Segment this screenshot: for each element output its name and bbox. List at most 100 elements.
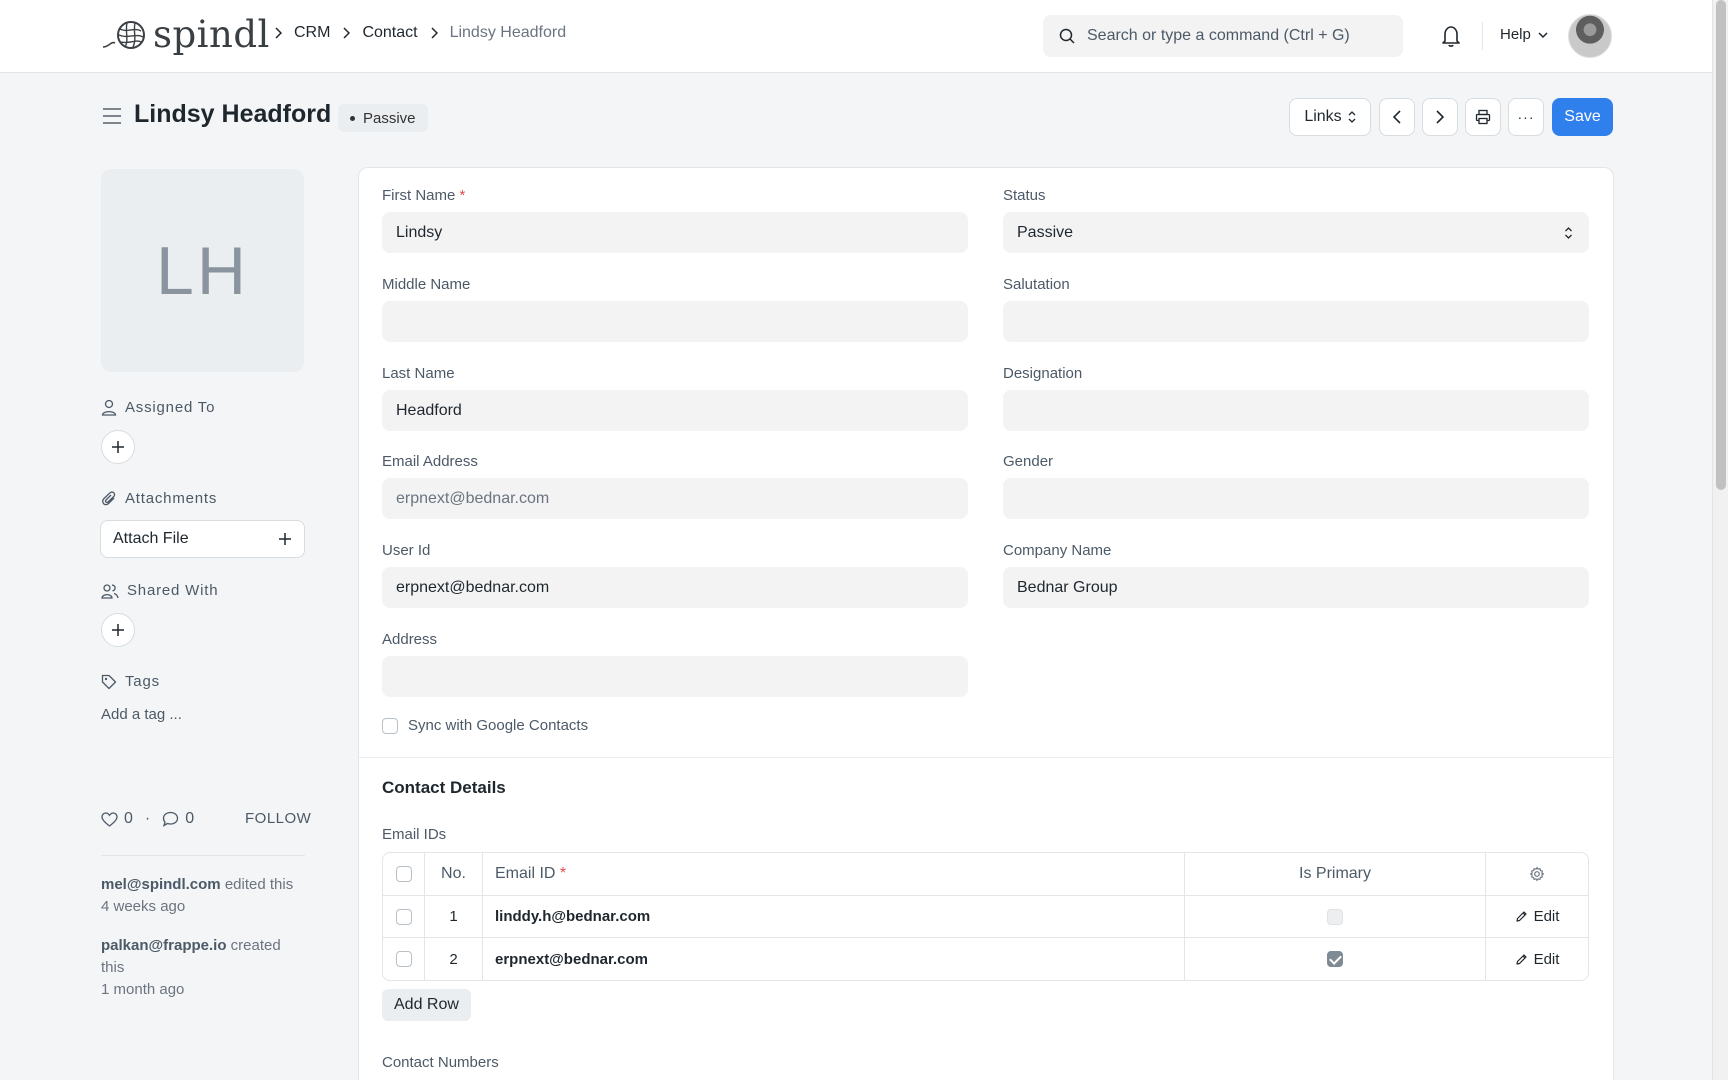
brand-logo[interactable]: spindl — [101, 13, 270, 56]
designation-field[interactable] — [1003, 390, 1589, 431]
salutation-field[interactable] — [1003, 301, 1589, 342]
activity-action: edited this — [220, 876, 294, 893]
search-input[interactable] — [1087, 27, 1387, 45]
edit-label: Edit — [1533, 950, 1560, 968]
page-scrollbar[interactable] — [1712, 0, 1728, 1080]
sync-google-label: Sync with Google Contacts — [408, 717, 589, 734]
is-primary-checkbox[interactable] — [1327, 951, 1343, 967]
save-label: Save — [1564, 108, 1601, 125]
scrollbar-thumb[interactable] — [1716, 0, 1726, 490]
add-assignee-button[interactable] — [101, 430, 135, 464]
salutation-label: Salutation — [1003, 276, 1070, 293]
follow-button[interactable]: FOLLOW — [245, 810, 311, 827]
breadcrumb: CRM Contact Lindsy Headford — [262, 24, 566, 42]
activity-time: 1 month ago — [101, 981, 185, 998]
breadcrumb-crm[interactable]: CRM — [294, 24, 330, 42]
activity-item: mel@spindl.com edited this 4 weeks ago — [101, 874, 311, 918]
next-record-button[interactable] — [1422, 98, 1458, 136]
row-number: 2 — [425, 938, 483, 980]
user-id-field[interactable]: erpnext@bednar.com — [382, 567, 968, 608]
search-bar[interactable] — [1043, 15, 1403, 57]
status-badge: Passive — [338, 104, 428, 132]
user-id-label: User Id — [382, 542, 431, 559]
more-actions-button[interactable]: ··· — [1508, 98, 1544, 136]
select-all-checkbox[interactable] — [395, 866, 412, 882]
notification-bell-icon[interactable] — [1440, 24, 1462, 52]
sync-google-contacts[interactable]: Sync with Google Contacts — [382, 717, 588, 734]
previous-record-button[interactable] — [1379, 98, 1415, 136]
required-indicator: * — [459, 187, 466, 204]
like-count: 0 — [124, 810, 133, 827]
attach-file-button[interactable]: Attach File — [100, 520, 305, 558]
shared-with-section: Shared With — [101, 582, 218, 599]
yarn-ball-icon — [102, 21, 145, 49]
edit-row-button[interactable]: Edit — [1486, 938, 1588, 980]
user-avatar[interactable] — [1568, 14, 1612, 58]
sidebar-divider — [101, 855, 305, 856]
first-name-label-text: First Name — [382, 187, 456, 204]
help-dropdown[interactable]: Help — [1500, 26, 1549, 43]
social-counts: 0 · 0 — [101, 810, 194, 828]
table-row[interactable]: 1 linddy.h@bednar.com Edit — [383, 896, 1588, 938]
print-button[interactable] — [1465, 98, 1501, 136]
links-button[interactable]: Links — [1289, 98, 1371, 136]
contact-details-heading: Contact Details — [382, 778, 506, 797]
address-field[interactable] — [382, 656, 968, 697]
sync-google-checkbox[interactable] — [382, 717, 398, 734]
links-label: Links — [1304, 108, 1342, 125]
first-name-field[interactable]: Lindsy — [382, 212, 968, 253]
help-label: Help — [1500, 26, 1531, 43]
email-id-cell[interactable]: linddy.h@bednar.com — [483, 896, 1185, 937]
sort-icon — [1348, 111, 1356, 123]
row-checkbox[interactable] — [395, 908, 412, 925]
heart-icon[interactable] — [101, 811, 118, 827]
printer-icon — [1475, 109, 1491, 125]
activity-user[interactable]: palkan@frappe.io — [101, 937, 227, 954]
edit-row-button[interactable]: Edit — [1486, 896, 1588, 937]
paperclip-icon — [102, 490, 116, 505]
gender-field[interactable] — [1003, 478, 1589, 519]
header-no: No. — [425, 853, 483, 895]
is-primary-cell — [1185, 896, 1486, 937]
assigned-to-label: Assigned To — [125, 399, 216, 416]
add-row-button[interactable]: Add Row — [382, 989, 471, 1021]
middle-name-field[interactable] — [382, 301, 968, 342]
pencil-icon — [1515, 911, 1527, 922]
address-label: Address — [382, 631, 438, 648]
row-checkbox[interactable] — [395, 951, 412, 967]
assigned-to-section: Assigned To — [101, 399, 215, 416]
search-icon — [1059, 28, 1075, 44]
breadcrumb-current[interactable]: Lindsy Headford — [450, 24, 567, 42]
tag-icon — [101, 674, 117, 689]
middle-name-label: Middle Name — [382, 276, 471, 293]
sidebar-toggle-icon[interactable] — [102, 107, 122, 129]
save-button[interactable]: Save — [1552, 98, 1613, 136]
status-badge-label: Passive — [363, 109, 416, 127]
activity-time: 4 weeks ago — [101, 898, 186, 915]
last-name-field[interactable]: Headford — [382, 390, 968, 431]
chevron-left-icon — [1393, 110, 1401, 124]
activity-user[interactable]: mel@spindl.com — [101, 876, 221, 893]
last-name-label: Last Name — [382, 365, 455, 382]
shared-with-label: Shared With — [127, 582, 219, 599]
pencil-icon — [1515, 953, 1527, 965]
add-share-button[interactable] — [101, 613, 135, 647]
table-row[interactable]: 2 erpnext@bednar.com Edit — [383, 938, 1588, 980]
gear-icon[interactable] — [1529, 866, 1545, 882]
attach-file-label: Attach File — [113, 530, 189, 547]
status-select[interactable]: Passive — [1003, 212, 1589, 253]
chevron-right-icon — [430, 27, 438, 39]
tags-section: Tags — [101, 673, 160, 690]
company-name-field[interactable]: Bednar Group — [1003, 567, 1589, 608]
is-primary-checkbox[interactable] — [1327, 908, 1343, 925]
contact-avatar[interactable]: LH — [101, 169, 304, 372]
plus-icon — [279, 533, 291, 545]
comment-icon[interactable] — [162, 811, 179, 827]
company-name-label: Company Name — [1003, 542, 1112, 559]
email-address-field[interactable]: erpnext@bednar.com — [382, 478, 968, 519]
row-select-cell — [383, 896, 425, 937]
email-id-cell[interactable]: erpnext@bednar.com — [483, 938, 1185, 980]
email-ids-label: Email IDs — [382, 826, 447, 843]
breadcrumb-contact[interactable]: Contact — [362, 24, 417, 42]
add-tag-link[interactable]: Add a tag ... — [101, 706, 182, 723]
